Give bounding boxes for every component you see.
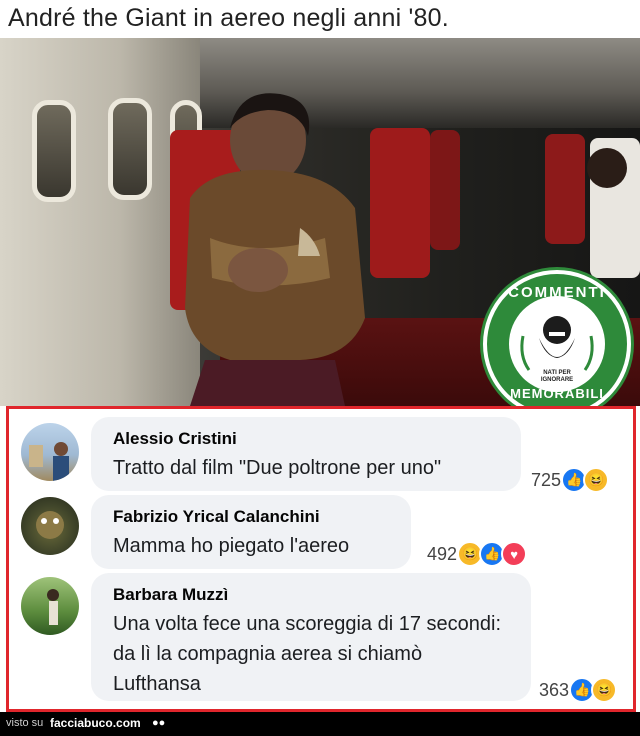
- commenter-name[interactable]: Alessio Cristini: [113, 429, 237, 449]
- badge-bottom-text: MEMORABILI: [510, 386, 604, 401]
- comment-item: Fabrizio Yrical Calanchini Mamma ho pieg…: [9, 495, 633, 577]
- commenti-memorabili-badge: COMMENTI NATI PER IGNORARE MEMORABILI: [483, 270, 631, 418]
- reaction-summary[interactable]: 363 👍 😆: [539, 677, 618, 703]
- comment-text: Una volta fece una scoreggia di 17 secon…: [113, 613, 502, 695]
- meme-title: André the Giant in aereo negli anni '80.: [8, 4, 449, 32]
- cabin-window: [108, 98, 152, 200]
- comments-panel: Alessio Cristini Tratto dal film "Due po…: [6, 406, 636, 712]
- seat: [545, 134, 585, 244]
- comment-bubble: Alessio Cristini Tratto dal film "Due po…: [91, 417, 521, 491]
- badge-mini-text: NATI PER IGNORARE: [540, 370, 574, 383]
- facciabuco-link[interactable]: facciabuco.com: [50, 716, 141, 730]
- comment-text: Mamma ho piegato l'aereo: [113, 535, 350, 557]
- avatar[interactable]: [21, 577, 79, 635]
- haha-icon: 😆: [583, 467, 610, 493]
- haha-icon: 😆: [591, 677, 618, 703]
- cabin-window: [32, 100, 76, 202]
- avatar[interactable]: [21, 497, 79, 555]
- visto-su-label: visto su: [6, 717, 44, 729]
- commenter-name[interactable]: Barbara Muzzì: [113, 585, 228, 605]
- comment-bubble: Fabrizio Yrical Calanchini Mamma ho pieg…: [91, 495, 411, 569]
- comment-item: Barbara Muzzì Una volta fece una scoregg…: [9, 573, 633, 705]
- watermark-footer: visto su facciabuco.com ●●: [0, 712, 640, 736]
- commenter-name[interactable]: Fabrizio Yrical Calanchini: [113, 507, 320, 527]
- comment-bubble: Barbara Muzzì Una volta fece una scoregg…: [91, 573, 531, 701]
- avatar[interactable]: [21, 423, 79, 481]
- comment-text: Tratto dal film "Due poltrone per uno": [113, 457, 442, 479]
- eyes-logo-icon: ●●: [152, 717, 166, 729]
- love-icon: ♥: [501, 541, 528, 567]
- reaction-count: 725: [531, 469, 562, 490]
- meme-title-bar: André the Giant in aereo negli anni '80.: [0, 0, 640, 38]
- reaction-count: 363: [539, 679, 570, 700]
- badge-top-text: COMMENTI: [508, 284, 606, 301]
- passenger-head: [587, 148, 627, 188]
- comment-item: Alessio Cristini Tratto dal film "Due po…: [9, 417, 633, 499]
- andre-the-giant-figure: [185, 93, 365, 406]
- seat: [430, 130, 460, 250]
- reaction-count: 492: [427, 543, 458, 564]
- reaction-summary[interactable]: 725 👍 😆: [531, 467, 610, 493]
- reaction-summary[interactable]: 492 😆 👍 ♥: [427, 541, 528, 567]
